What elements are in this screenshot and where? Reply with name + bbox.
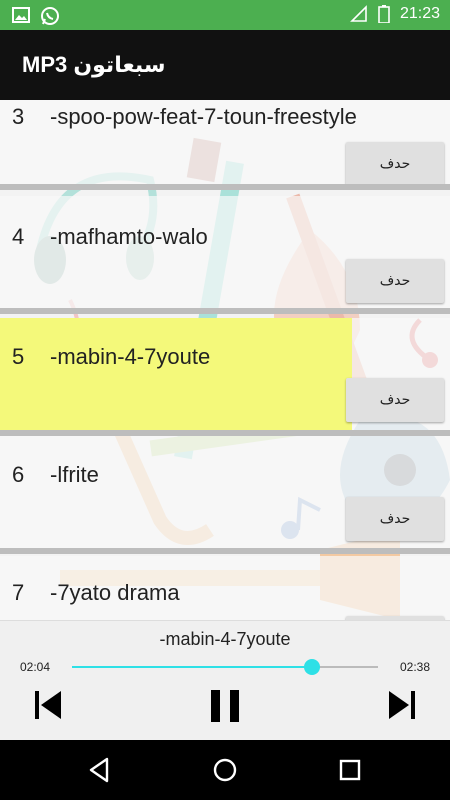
item-number: 7 <box>12 580 25 605</box>
list-item[interactable]: 3 -spoo-pow-feat-7-toun-freestyle حدف <box>0 100 450 190</box>
app-bar: سبعاتون MP3 <box>0 30 450 100</box>
app-title: سبعاتون MP3 <box>22 52 166 77</box>
seek-thumb[interactable] <box>304 659 321 675</box>
back-button[interactable] <box>85 755 115 785</box>
pause-button[interactable] <box>209 689 241 723</box>
delete-button[interactable]: حدف <box>346 497 444 541</box>
divider <box>0 184 450 190</box>
divider <box>0 548 450 554</box>
item-number: 3 <box>12 104 25 129</box>
now-playing-title: -mabin-4-7youte <box>159 629 291 649</box>
elapsed-time: 02:04 <box>20 660 51 674</box>
whatsapp-icon <box>41 7 59 25</box>
image-icon <box>12 7 30 23</box>
list-item[interactable]: 4 -mafhamto-walo حدف <box>0 196 450 314</box>
selected-highlight <box>0 318 352 430</box>
delete-button[interactable]: حدف <box>346 142 444 186</box>
next-button[interactable] <box>386 689 418 721</box>
battery-icon <box>378 5 390 23</box>
status-bar: 21:23 <box>0 0 450 30</box>
home-circle-icon <box>213 758 237 782</box>
status-time: 21:23 <box>399 5 440 22</box>
system-navigation-bar <box>0 740 450 800</box>
list-item[interactable]: 7 -7yato drama حدف <box>0 556 450 620</box>
recents-square-icon <box>339 759 361 781</box>
divider <box>0 308 450 314</box>
home-button[interactable] <box>210 755 240 785</box>
song-list[interactable]: 3 -spoo-pow-feat-7-toun-freestyle حدف 4 … <box>0 100 450 620</box>
seek-bar[interactable] <box>72 659 378 675</box>
back-triangle-icon <box>89 757 109 783</box>
item-name: -mabin-4-7youte <box>50 344 211 369</box>
skip-next-icon <box>389 691 415 719</box>
item-number: 6 <box>12 462 25 487</box>
media-player: -mabin-4-7youte 02:04 02:38 <box>0 620 450 741</box>
pause-icon <box>211 690 239 722</box>
item-name: -lfrite <box>50 462 99 487</box>
skip-previous-icon <box>35 691 61 719</box>
seek-progress <box>72 666 313 668</box>
total-time: 02:38 <box>399 660 430 674</box>
item-number: 4 <box>12 224 25 249</box>
delete-button[interactable]: حدف <box>346 378 444 422</box>
signal-icon <box>350 5 367 22</box>
delete-button[interactable]: حدف <box>346 259 444 303</box>
item-name: -mafhamto-walo <box>50 224 208 249</box>
list-item[interactable]: 6 -lfrite حدف <box>0 436 450 554</box>
item-number: 5 <box>12 344 25 369</box>
item-name: -spoo-pow-feat-7-toun-freestyle <box>50 104 357 129</box>
recents-button[interactable] <box>335 755 365 785</box>
list-item-selected[interactable]: 5 -mabin-4-7youte حدف <box>0 318 450 436</box>
previous-button[interactable] <box>32 689 64 721</box>
item-name: -7yato drama <box>50 580 180 605</box>
